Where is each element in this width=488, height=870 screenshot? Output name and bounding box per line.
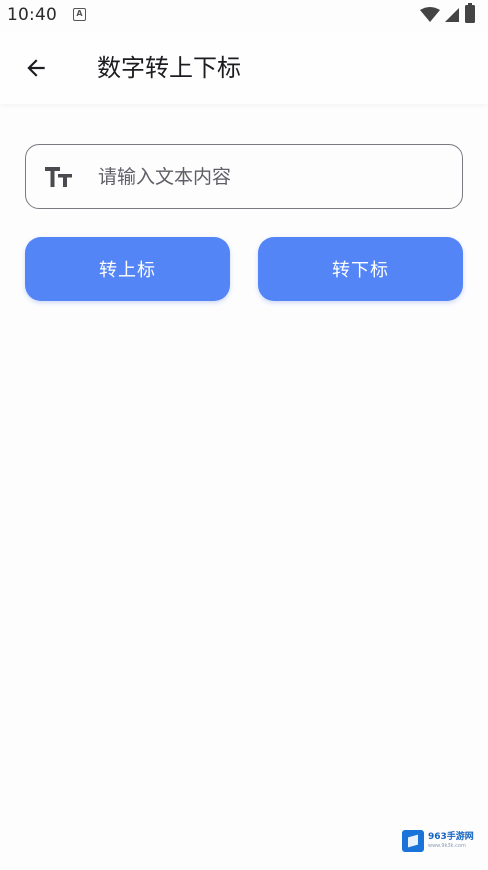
text-fields-icon <box>45 167 72 187</box>
watermark-brand: 963手游网 <box>428 832 474 842</box>
to-superscript-button[interactable]: 转上标 <box>25 237 230 301</box>
watermark-logo-icon <box>402 830 424 852</box>
watermark-text: 963手游网 www.9k3k.com <box>428 832 474 850</box>
text-input[interactable] <box>98 159 438 195</box>
arrow-left-icon <box>27 59 45 77</box>
to-superscript-label: 转上标 <box>99 260 156 281</box>
wifi-icon <box>420 7 440 22</box>
notification-icon: A <box>73 8 86 21</box>
watermark: 963手游网 www.9k3k.com <box>402 828 486 854</box>
signal-icon <box>445 8 459 22</box>
status-bar: 10:40 A <box>0 0 488 32</box>
battery-icon <box>465 3 475 23</box>
back-button[interactable] <box>16 48 56 88</box>
text-input-field[interactable] <box>25 144 463 209</box>
page-title: 数字转上下标 <box>97 54 241 82</box>
watermark-site: www.9k3k.com <box>428 843 466 849</box>
to-subscript-button[interactable]: 转下标 <box>258 237 463 301</box>
to-subscript-label: 转下标 <box>332 260 389 281</box>
app-bar: 数字转上下标 <box>0 32 488 104</box>
status-time: 10:40 <box>7 5 57 25</box>
